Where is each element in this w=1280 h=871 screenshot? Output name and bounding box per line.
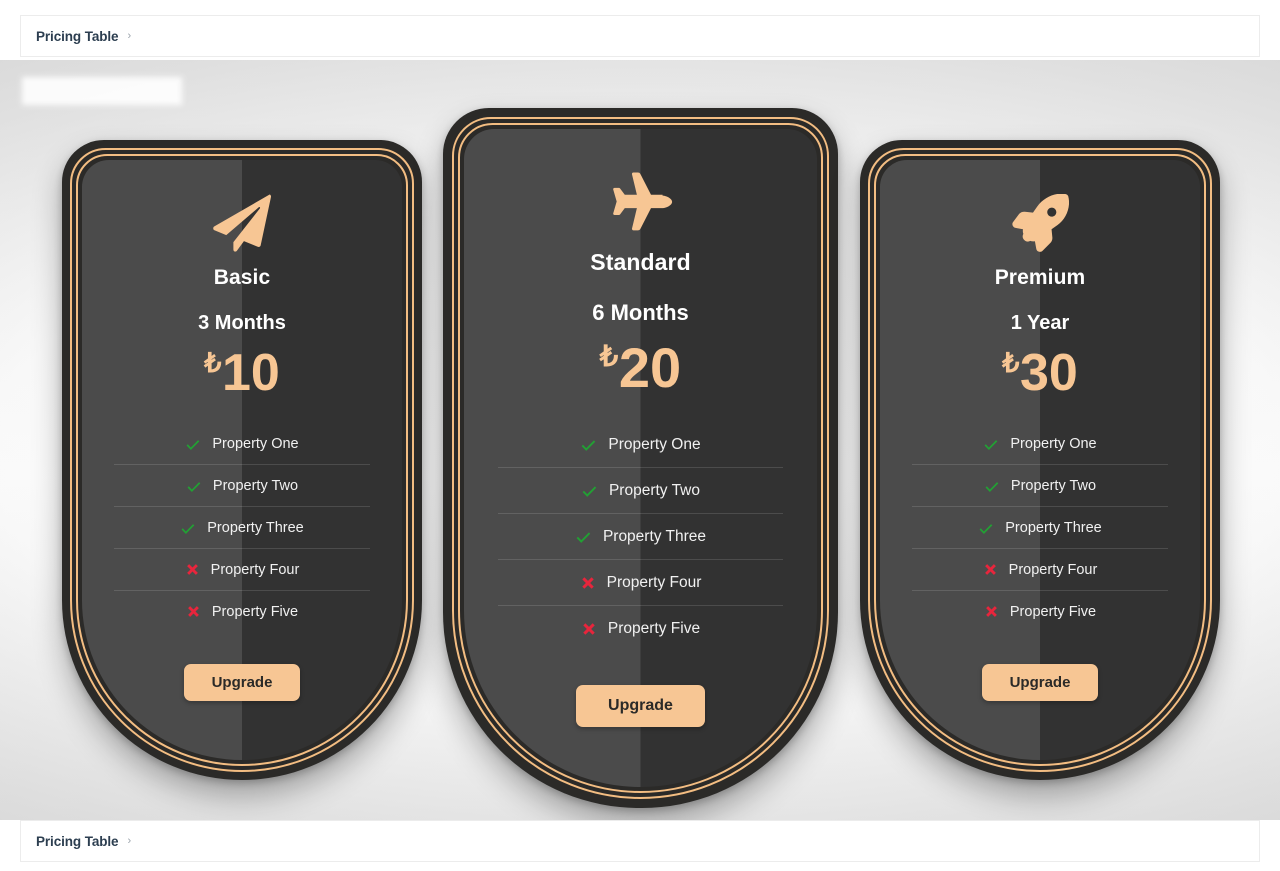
price-amount: 10 — [221, 344, 280, 402]
list-item: Property One — [498, 422, 783, 468]
list-item: Property Four — [498, 560, 783, 606]
card-gold-ring-outer: Premium 1 Year ₺ 30 Property One Propert… — [868, 148, 1212, 772]
upgrade-button[interactable]: Upgrade — [576, 685, 705, 727]
breadcrumb-top-label: Pricing Table — [36, 28, 119, 44]
plan-price: ₺ 30 — [1002, 347, 1078, 399]
currency-symbol: ₺ — [599, 340, 619, 373]
feature-label: Property Three — [602, 527, 707, 545]
cross-icon — [581, 621, 597, 637]
breadcrumb-bottom[interactable]: Pricing Table › — [20, 820, 1260, 862]
card-gold-ring-inner: Basic 3 Months ₺ 10 Property One Propert… — [76, 154, 408, 766]
card-body: Premium 1 Year ₺ 30 Property One Propert… — [880, 160, 1200, 760]
list-item: Property Three — [498, 514, 783, 560]
card-gold-ring-outer: Basic 3 Months ₺ 10 Property One Propert… — [70, 148, 414, 772]
check-icon — [180, 520, 196, 536]
list-item: Property Five — [912, 591, 1168, 632]
airplane-icon — [609, 169, 673, 233]
list-item: Property One — [114, 423, 370, 465]
cross-icon — [186, 604, 201, 619]
list-item: Property Two — [498, 468, 783, 514]
plan-duration: 1 Year — [1010, 312, 1070, 334]
check-icon — [575, 528, 592, 545]
plan-name: Standard — [590, 249, 691, 275]
feature-label: Property One — [608, 435, 701, 453]
plan-name: Premium — [994, 266, 1086, 289]
pricing-card-premium[interactable]: Premium 1 Year ₺ 30 Property One Propert… — [860, 140, 1220, 780]
price-amount: 30 — [1019, 344, 1078, 402]
card-gold-ring-inner: Premium 1 Year ₺ 30 Property One Propert… — [874, 154, 1206, 766]
card-gold-ring-inner: Standard 6 Months ₺ 20 Property One Prop… — [458, 123, 823, 793]
check-icon — [984, 478, 1000, 494]
check-icon — [580, 436, 597, 453]
card-body: Standard 6 Months ₺ 20 Property One Prop… — [464, 129, 817, 787]
list-item: Property Five — [114, 591, 370, 632]
feature-label: Property Three — [1005, 519, 1102, 536]
card-body: Basic 3 Months ₺ 10 Property One Propert… — [82, 160, 402, 760]
cross-icon — [983, 562, 998, 577]
paper-plane-icon — [213, 194, 271, 252]
feature-label: Property Four — [1008, 561, 1098, 578]
list-item: Property Four — [114, 549, 370, 591]
upgrade-button[interactable]: Upgrade — [183, 664, 301, 701]
feature-list: Property One Property Two Property Three… — [82, 423, 402, 632]
feature-label: Property Two — [608, 481, 701, 499]
cross-icon — [185, 562, 200, 577]
check-icon — [581, 482, 598, 499]
feature-list: Property One Property Two Property Three… — [880, 423, 1200, 632]
cross-icon — [580, 575, 596, 591]
feature-label: Property Four — [606, 573, 702, 591]
plan-duration: 3 Months — [198, 312, 286, 334]
check-icon — [983, 436, 999, 452]
pricing-card-basic[interactable]: Basic 3 Months ₺ 10 Property One Propert… — [62, 140, 422, 780]
feature-label: Property One — [1010, 435, 1097, 452]
plan-name: Basic — [213, 266, 271, 289]
pricing-cards: Basic 3 Months ₺ 10 Property One Propert… — [0, 60, 1280, 820]
pricing-table-page: Pricing Table › Basic 3 Months ₺ 10 Prop… — [0, 0, 1280, 871]
feature-list: Property One Property Two Property Three… — [464, 422, 817, 651]
list-item: Property Two — [114, 465, 370, 507]
cross-icon — [984, 604, 999, 619]
list-item: Property Two — [912, 465, 1168, 507]
feature-label: Property Two — [1010, 477, 1097, 494]
list-item: Property One — [912, 423, 1168, 465]
card-gold-ring-outer: Standard 6 Months ₺ 20 Property One Prop… — [452, 117, 829, 799]
feature-label: Property Five — [1009, 603, 1097, 620]
feature-label: Property Five — [211, 603, 299, 620]
chevron-right-icon: › — [127, 834, 132, 847]
feature-label: Property Three — [207, 519, 304, 536]
feature-label: Property One — [212, 435, 299, 452]
pricing-stage: Basic 3 Months ₺ 10 Property One Propert… — [0, 60, 1280, 820]
rocket-icon — [1011, 194, 1069, 252]
list-item: Property Three — [912, 507, 1168, 549]
feature-label: Property Five — [607, 619, 701, 637]
feature-label: Property Two — [212, 477, 299, 494]
upgrade-button[interactable]: Upgrade — [981, 664, 1099, 701]
breadcrumb-top[interactable]: Pricing Table › — [20, 15, 1260, 57]
pricing-card-standard[interactable]: Standard 6 Months ₺ 20 Property One Prop… — [443, 108, 838, 808]
currency-symbol: ₺ — [1002, 347, 1020, 378]
check-icon — [186, 478, 202, 494]
check-icon — [978, 520, 994, 536]
plan-duration: 6 Months — [592, 300, 689, 325]
currency-symbol: ₺ — [204, 347, 222, 378]
list-item: Property Four — [912, 549, 1168, 591]
list-item: Property Five — [498, 606, 783, 651]
plan-price: ₺ 10 — [204, 347, 280, 399]
list-item: Property Three — [114, 507, 370, 549]
plan-price: ₺ 20 — [600, 340, 681, 396]
feature-label: Property Four — [210, 561, 300, 578]
price-amount: 20 — [618, 336, 682, 399]
breadcrumb-bottom-label: Pricing Table — [36, 833, 119, 849]
chevron-right-icon: › — [127, 29, 132, 42]
check-icon — [185, 436, 201, 452]
